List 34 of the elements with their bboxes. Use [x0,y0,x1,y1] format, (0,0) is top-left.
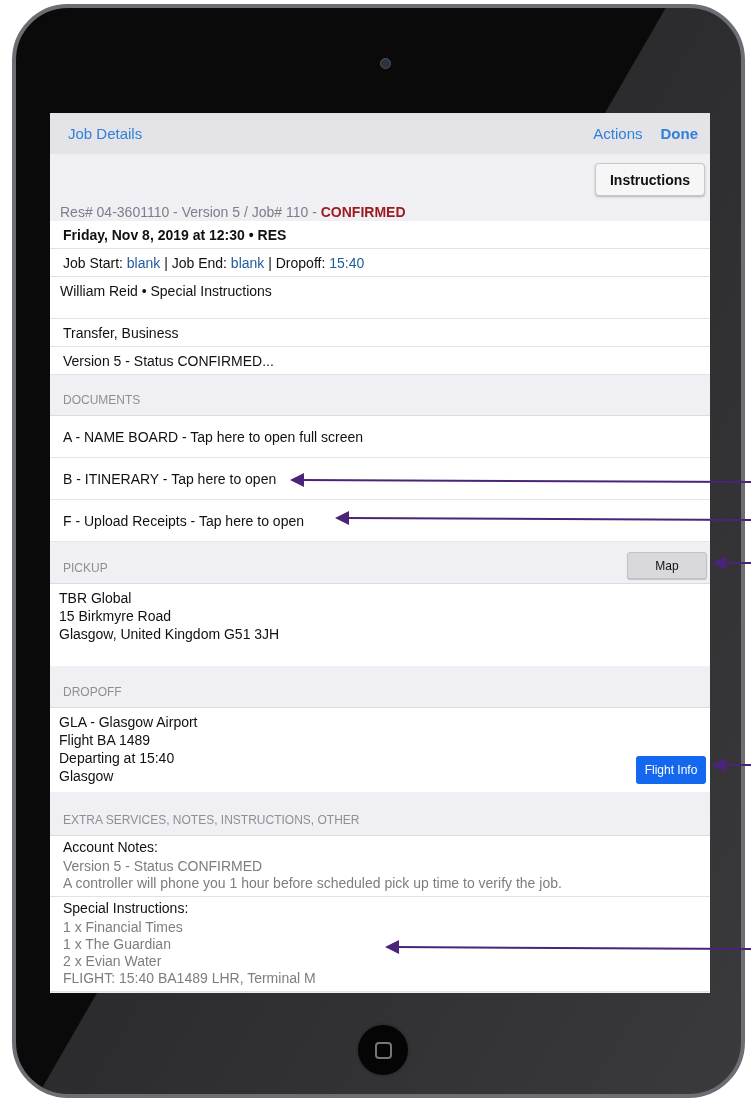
job-info: Version 5 - Status CONFIRMED... [63,352,274,369]
reservation-reference: Res# 04-3601110 - Version 5 / Job# 110 - CONFIRMED [60,204,407,220]
annotation-arrow [712,556,751,570]
flight-info-button[interactable]: Flight Info [636,756,706,784]
job-info: Transfer, Business [63,324,179,341]
document-item[interactable]: F - Upload Receipts - Tap here to open [50,500,710,542]
instructions-button[interactable]: Instructions [595,163,705,196]
section-header: DOCUMENTS [63,393,141,407]
section-header: DROPOFF [63,685,122,699]
section-header: PICKUP [63,561,108,575]
camera-icon [380,58,391,69]
note-line: 2 x Evian Water [63,953,162,970]
dropoff-detail-line: Glasgow [59,767,114,785]
job-times: Job Start: blank | Job End: blank | Dropoff: 15:40 [63,254,365,271]
dropoff-detail-line: Flight BA 1489 [59,731,151,749]
dropoff-detail-line: GLA - Glasgow Airport [59,713,198,731]
notes-title: Special Instructions: [63,900,189,917]
notes-title: Account Notes: [63,839,158,856]
note-line: 1 x The Guardian [63,936,171,953]
pickup-address-line: Glasgow, United Kingdom G51 3JH [59,625,280,643]
annotation-arrow [712,758,751,772]
dropoff-detail-line: Departing at 15:40 [59,749,175,767]
document-item[interactable]: A - NAME BOARD - Tap here to open full screen [50,416,710,458]
document-item[interactable]: B - ITINERARY - Tap here to open [50,458,710,500]
job-date: Friday, Nov 8, 2019 at 12:30 • RES [63,226,287,243]
note-line: FLIGHT: 15:40 BA1489 LHR, Terminal M [63,970,316,987]
note-line: Version 5 - Status CONFIRMED [63,858,263,875]
pickup-address-line: TBR Global [59,589,132,607]
note-line: A controller will phone you 1 hour before scheduled pick up time to verify the job. [63,875,562,892]
note-line: 1 x Financial Times [63,919,183,936]
pickup-address-line: 15 Birkmyre Road [59,607,172,625]
passenger-name: William Reid • Special Instructions [60,283,272,299]
section-header: EXTRA SERVICES, NOTES, INSTRUCTIONS, OTHER [63,813,360,827]
map-button[interactable]: Map [627,552,707,579]
